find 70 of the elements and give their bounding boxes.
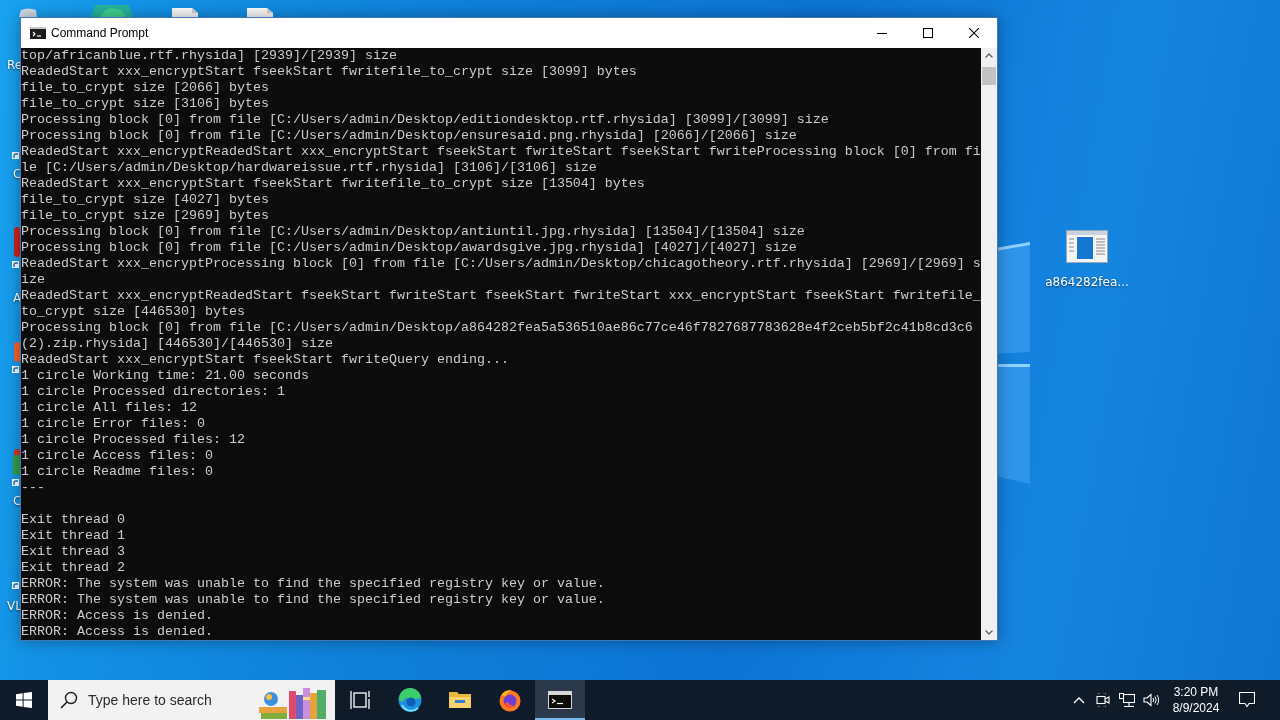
document-icon[interactable] [245,8,275,17]
task-view-icon[interactable] [350,690,370,710]
console-line: ize [21,272,45,288]
console-line: ERROR: Access is denied. [21,608,213,624]
close-icon[interactable] [969,28,979,38]
console-line: 1 circle Error files: 0 [21,416,205,432]
console-line: 1 circle Readme files: 0 [21,464,213,480]
console-line: ReadedStart xxx_encryptProcessing block [0] from file [C:/Users/admin/Desktop/chicagotheory.rtf.rhysida] [2969]/[2969] s [21,256,981,272]
console-line: file_to_crypt size [3106] bytes [21,96,269,112]
console-line: ERROR: The system was unable to find the specified registry key or value. [21,576,605,592]
console-line: 1 circle All files: 12 [21,400,197,416]
window-file-icon[interactable] [1066,230,1108,263]
console-line: --- [21,480,45,496]
shortcut-app-icon[interactable] [12,342,20,374]
console-line: Processing block [0] from file [C:/Users/admin/Desktop/awardsgive.jpg.rhysida] [4027]/[4027] size [21,240,797,256]
console-line: Exit thread 1 [21,528,125,544]
clock-date[interactable]: 8/9/2024 [1172,700,1220,716]
console-line: file_to_crypt size [4027] bytes [21,192,269,208]
clock-time[interactable]: 3:20 PM [1173,684,1219,700]
console-app-icon [30,27,46,39]
console-line: Processing block [0] from file [C:/Users/admin/Desktop/a864282fea5a536510ae86c77ce46f7827687783628e4f2ceb5bf2c41b8cd3c6 [21,320,973,336]
search-icon [60,691,78,709]
books-illustration-icon [257,685,329,719]
shortcut-arrow-icon[interactable] [12,580,20,590]
camera-icon[interactable] [1096,693,1110,707]
console-line: file_to_crypt size [2066] bytes [21,80,269,96]
taskbar-app-button[interactable] [535,680,585,720]
console-line: Processing block [0] from file [C:/Users/admin/Desktop/antiuntil.jpg.rhysida] [13504]/[13504] size [21,224,805,240]
console-line: ReadedStart xxx_encryptStart fseekStart fwritefile_to_crypt size [13504] bytes [21,176,645,192]
console-app-icon[interactable] [548,691,572,709]
console-line: top/africanblue.rtf.rhysida] [2939]/[2939] size [21,48,397,64]
desktop-icon-label[interactable]: C [13,494,22,508]
desktop-icon-label[interactable]: Re [7,58,23,72]
windows-logo-icon[interactable] [16,692,32,708]
console-line: Exit thread 2 [21,560,125,576]
console-line: le [C:/Users/admin/Desktop/hardwareissue.rtf.rhysida] [3106]/[3106] size [21,160,597,176]
console-line: ReadedStart xxx_encryptReadedStart xxx_encryptStart fseekStart fwriteStart fseekStart fwriteProcessing block [0] from fi [21,144,981,160]
search-field[interactable]: Type here to search [88,691,220,709]
shortcut-app-icon[interactable] [12,449,20,487]
desktop-icon-label[interactable]: VL [7,599,22,613]
console-line: ReadedStart xxx_encryptReadedStart fseekStart fwriteStart fseekStart fwriteStart xxx_encryptStart fseekStart fwritefile_ [21,288,981,304]
shortcut-app-icon[interactable] [12,227,20,269]
browser-swirl-icon[interactable] [398,688,422,712]
console-line: ERROR: Access is denied. [21,624,213,640]
console-line: ReadedStart xxx_encryptStart fseekStart fwriteQuery ending... [21,352,509,368]
network-icon[interactable] [1119,693,1135,707]
desktop-icon-label[interactable]: a864282fea... [1045,275,1129,289]
console-line: 1 circle Processed directories: 1 [21,384,285,400]
document-icon[interactable] [170,8,200,17]
browser-fox-icon[interactable] [498,688,522,712]
console-line: ERROR: The system was unable to find the specified registry key or value. [21,592,605,608]
console-line: Exit thread 0 [21,512,125,528]
console-line: to_crypt size [446530] bytes [21,304,245,320]
console-line: Processing block [0] from file [C:/Users/admin/Desktop/editiondesktop.rtf.rhysida] [3099]/[3099] size [21,112,829,128]
console-line: 1 circle Working time: 21.00 seconds [21,368,309,384]
console-line: (2).zip.rhysida] [446530]/[446530] size [21,336,333,352]
console-line: ReadedStart xxx_encryptStart fseekStart fwritefile_to_crypt size [3099] bytes [21,64,637,80]
console-line: 1 circle Processed files: 12 [21,432,245,448]
chevron-up-icon[interactable] [1073,696,1085,704]
console-line: 1 circle Access files: 0 [21,448,213,464]
desktop-icon-label[interactable]: C [13,167,22,181]
maximize-icon[interactable] [923,28,933,38]
console-line: file_to_crypt size [2969] bytes [21,208,269,224]
console-line: Exit thread 3 [21,544,125,560]
speech-bubble-icon[interactable] [1239,692,1255,708]
speaker-icon[interactable] [1143,693,1159,707]
window-title: Command Prompt [51,26,149,40]
console-line: Processing block [0] from file [C:/Users/admin/Desktop/ensuresaid.png.rhysida] [2066]/[2066] size [21,128,797,144]
scrollbar-thumb[interactable] [982,67,996,85]
desktop-icon-label[interactable]: A [13,291,22,305]
